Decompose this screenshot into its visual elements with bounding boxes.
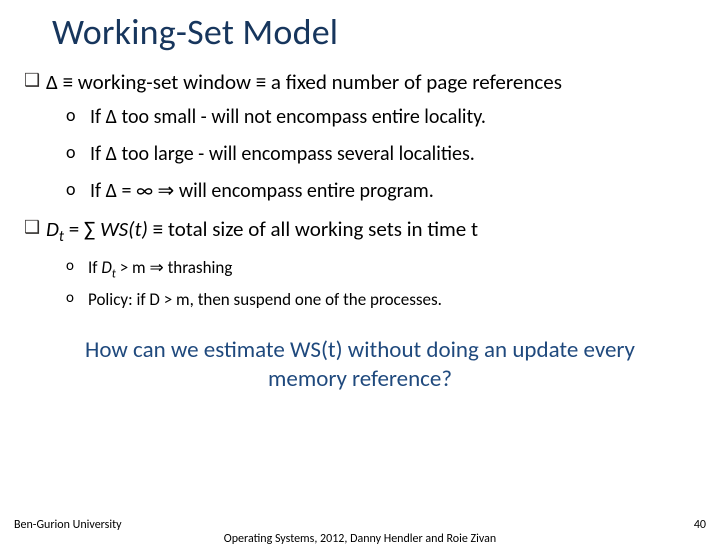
circle-bullet-icon: o [66,178,90,201]
bullet-level2: o If Δ = ∞ ⇒ will encompass entire progr… [66,178,696,205]
bullet-text: Policy: if D > m, then suspend one of th… [88,288,696,312]
circle-bullet-icon: o [66,141,90,164]
bullet-text: If Δ too small - will not encompass enti… [90,104,696,131]
bullet-text: Dt = ∑ WS(t) ≡ total size of all working… [46,215,696,248]
bullet-text: Δ ≡ working-set window ≡ a fixed number … [46,68,696,96]
bullet-level3: o Policy: if D > m, then suspend one of … [66,288,696,312]
slide-body: ❑ Δ ≡ working-set window ≡ a fixed numbe… [0,62,720,394]
square-bullet-icon: ❑ [24,68,46,93]
circle-bullet-icon: o [66,256,88,277]
bullet-level1: ❑ Δ ≡ working-set window ≡ a fixed numbe… [24,68,696,96]
footer-left: Ben-Gurion University [14,518,122,532]
question-text: How can we estimate WS(t) without doing … [24,318,696,394]
footer-page-number: 40 [694,518,706,532]
rest-text: ≡ total size of all working sets in time… [148,216,478,242]
var-d: D [46,216,59,242]
circle-bullet-icon: o [66,104,90,127]
var-ws: WS(t) [100,216,148,242]
bullet-level2: o If Δ too small - will not encompass en… [66,104,696,131]
footer-center: Operating Systems, 2012, Danny Hendler a… [0,532,720,546]
bullet-text: If Δ = ∞ ⇒ will encompass entire program… [90,178,696,205]
bullet-level2: o If Δ too large - will encompass severa… [66,141,696,168]
square-bullet-icon: ❑ [24,215,46,240]
bullet-text: If Dt > m ⇒ thrashing [88,256,696,283]
bullet-text: If Δ too large - will encompass several … [90,141,696,168]
var-d: D [101,257,111,278]
pre: If [88,257,101,278]
bullet-level1: ❑ Dt = ∑ WS(t) ≡ total size of all worki… [24,215,696,248]
slide: { "title": "Working-Set Model", "bullets… [0,0,720,540]
post: > m ⇒ thrashing [116,257,232,278]
slide-title: Working-Set Model [0,0,720,62]
bullet-level3: o If Dt > m ⇒ thrashing [66,256,696,283]
circle-bullet-icon: o [66,288,88,309]
eq-part: = ∑ [64,216,100,242]
